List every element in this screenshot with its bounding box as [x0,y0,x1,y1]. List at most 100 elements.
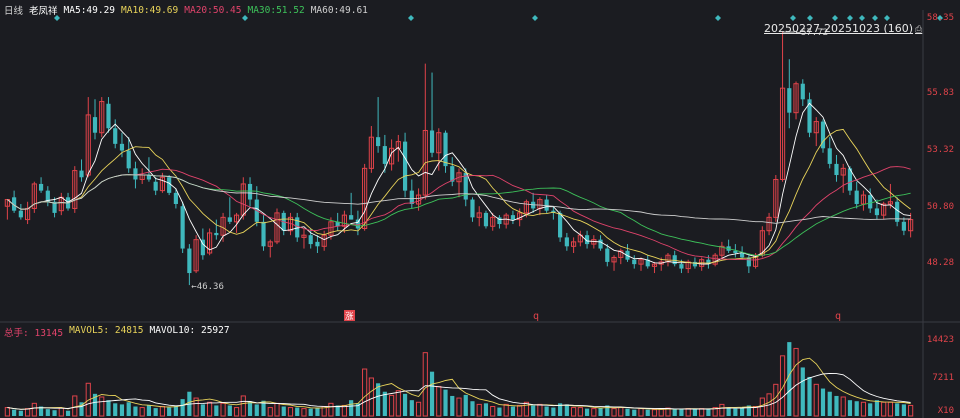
volume-bar [733,408,738,416]
price-axis-label: 58.35 [926,13,954,23]
price-axis-label: 55.83 [926,88,954,98]
volume-bar [577,407,583,417]
lock-icon[interactable]: ⎙ [915,25,922,35]
volume-bar [908,404,914,417]
volume-bar [207,401,213,417]
event-marker-icon [807,15,813,21]
volume-bar [287,407,294,417]
volume-bar [119,404,125,416]
volume-bar [126,402,131,416]
volume-total: 总手: 13145 [4,328,64,339]
volume-bar [503,403,509,417]
volume-bar [517,404,523,417]
volume-axis-label: X10 [937,406,954,416]
candle-body [605,248,610,262]
volume-bar [328,402,334,417]
event-marker-icon [532,15,538,21]
event-marker-icon [408,15,414,21]
candle-body [382,146,387,164]
volume-bar [685,408,691,417]
volume-bar [368,377,374,417]
period-label[interactable]: 日线 [4,3,23,17]
event-marker-icon [832,15,838,21]
candle-body [740,252,745,258]
q-marker-label: q [533,311,539,322]
volume-bar [153,408,158,416]
volume-bar [497,407,502,416]
volume-bar [113,403,118,416]
mavol10-line [7,372,911,410]
volume-bar [813,383,819,417]
volume-bar [58,407,64,417]
volume-bar [220,402,226,417]
candle-body [733,250,738,253]
volume-bar [773,383,779,417]
candle-body [409,190,414,204]
candle-body [133,168,138,180]
event-marker-icon [790,15,796,21]
price-axis-label: 48.28 [926,258,954,268]
volume-bar [274,402,280,417]
candle-body [483,212,489,227]
candle-body [315,241,320,247]
volume-bar [632,409,637,416]
volume-bar [139,407,145,417]
candle-body [214,232,219,236]
volume-bar [692,409,698,416]
volume-bar [167,407,172,416]
volume-bar [463,394,468,416]
candle-body [598,239,603,249]
mavol5-legend: MAVOL5: 24815 [69,325,144,336]
candle-body [126,150,131,169]
volume-bar [159,406,165,417]
volume-bar [214,405,219,416]
kline-stage[interactable]: ←57.72 ←46.36 涨 q q [0,0,960,418]
candle-body [692,261,698,267]
price-axis-label: 50.80 [926,202,954,212]
candle-body [854,190,859,204]
volume-bar [4,407,10,417]
low-price-label: ←46.36 [191,282,224,292]
candle-body [247,183,253,200]
volume-bar [740,408,745,416]
ma30-legend: MA30:51.52 [247,4,305,16]
volume-bar [45,409,50,416]
event-marker-icon [884,15,890,21]
volume-bar [483,403,489,416]
candle-body [827,148,832,164]
candle-body [564,237,569,247]
date-range-label[interactable]: 20250227-20251023 (160) ⎙ [764,22,922,35]
event-marker-icon [715,15,721,21]
price-axis-label: 53.32 [926,145,954,155]
candle-body [308,235,313,245]
candle-body [510,215,516,220]
volume-bar [389,394,395,417]
candle-body [106,103,111,129]
price-chart[interactable]: ←57.72←46.36涨 q q [0,0,960,418]
volume-bar [881,401,887,417]
volume-bar [233,407,240,417]
candle-body [874,208,880,216]
volume-bar [395,390,401,417]
candle-body [349,215,354,220]
volume-bar [551,407,556,416]
price-header: 日线 老凤祥 MA5:49.29 MA10:49.69 MA20:50.45 M… [4,3,368,18]
volume-bar [335,405,340,416]
candle-body [173,192,178,204]
volume-bar [658,408,664,417]
volume-bar [315,407,320,416]
volume-bar [402,393,408,416]
candle-body [470,199,475,218]
volume-bar [456,397,462,417]
ma10-legend: MA10:49.69 [121,4,179,16]
mavol10-legend: MAVOL10: 25927 [149,325,230,336]
candle-body [746,257,751,267]
volume-bar [281,406,286,416]
candle-body [113,128,118,144]
volume-bar [564,404,569,416]
event-marker-icon [847,15,853,21]
volume-bar [180,399,185,416]
volume-bar [679,408,684,416]
candle-body [180,206,185,249]
volume-bar [99,396,105,417]
